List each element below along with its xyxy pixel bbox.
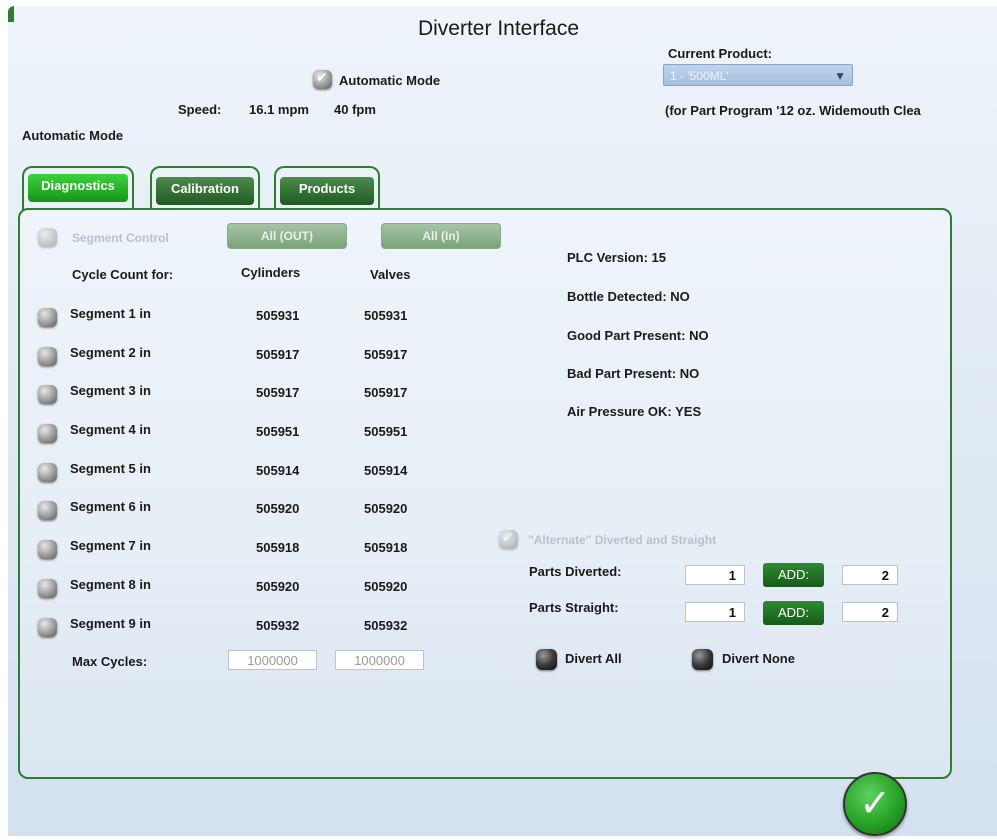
parts-straight-add-input[interactable]: 2 <box>842 602 898 622</box>
air-pressure-status: Air Pressure OK: YES <box>567 404 702 419</box>
alternate-label: "Alternate" Diverted and Straight <box>528 533 717 547</box>
segment-1-checkbox[interactable] <box>38 308 57 327</box>
mode-status: Automatic Mode <box>22 128 124 143</box>
current-product-label: Current Product: <box>668 46 772 61</box>
good-part-status: Good Part Present: NO <box>567 328 709 343</box>
segment-3-checkbox[interactable] <box>38 385 57 404</box>
current-product-select[interactable]: 1 - '500ML' ▼ <box>663 64 853 86</box>
segment-1-valves-count: 505931 <box>364 308 408 323</box>
divert-all-label: Divert All <box>565 651 622 666</box>
segment-8-valves-count: 505920 <box>364 579 408 594</box>
segment-6-cylinders-count: 505920 <box>256 501 300 516</box>
segment-8-label: Segment 8 in <box>70 577 151 592</box>
speed-fpm: 40 fpm <box>334 102 376 117</box>
segment-5-checkbox[interactable] <box>38 463 57 482</box>
segment-7-label: Segment 7 in <box>70 538 151 553</box>
window-title: Diverter Interface <box>417 17 580 40</box>
divert-all-checkbox[interactable] <box>536 649 557 670</box>
max-cycles-label: Max Cycles: <box>72 654 148 669</box>
parts-diverted-label: Parts Diverted: <box>529 564 622 579</box>
segment-5-label: Segment 5 in <box>70 461 151 476</box>
parts-straight-input[interactable]: 1 <box>685 602 745 622</box>
plc-version: PLC Version: 15 <box>567 250 666 265</box>
segment-2-cylinders-count: 505917 <box>256 347 300 362</box>
chevron-down-icon: ▼ <box>834 69 846 83</box>
segment-3-label: Segment 3 in <box>70 383 151 398</box>
segment-5-valves-count: 505914 <box>364 463 408 478</box>
segment-9-valves-count: 505932 <box>364 618 408 633</box>
segment-7-cylinders-count: 505918 <box>256 540 300 555</box>
segment-4-checkbox[interactable] <box>38 424 57 443</box>
bottle-detected-status: Bottle Detected: NO <box>567 289 690 304</box>
segment-8-checkbox[interactable] <box>38 579 57 598</box>
tab-calibration-label: Calibration <box>156 177 254 205</box>
divert-none-label: Divert None <box>722 651 795 666</box>
cycle-count-header: Cycle Count for: <box>72 267 174 282</box>
segment-6-valves-count: 505920 <box>364 501 408 516</box>
segment-9-label: Segment 9 in <box>70 616 151 631</box>
segment-7-valves-count: 505918 <box>364 540 408 555</box>
segment-6-label: Segment 6 in <box>70 499 151 514</box>
segment-3-cylinders-count: 505917 <box>256 385 300 400</box>
segment-9-checkbox[interactable] <box>38 618 57 637</box>
automatic-mode-checkbox[interactable] <box>313 70 332 89</box>
valves-header: Valves <box>370 267 411 282</box>
parts-straight-add-button[interactable]: ADD: <box>763 601 824 625</box>
segment-4-valves-count: 505951 <box>364 424 408 439</box>
parts-straight-label: Parts Straight: <box>529 600 619 615</box>
segment-control-checkbox[interactable] <box>38 228 57 247</box>
segment-6-checkbox[interactable] <box>38 501 57 520</box>
part-program-note: (for Part Program '12 oz. Widemouth Clea <box>665 103 921 118</box>
parts-diverted-input[interactable]: 1 <box>685 565 745 585</box>
tab-calibration[interactable]: Calibration <box>150 166 260 210</box>
segment-7-checkbox[interactable] <box>38 540 57 559</box>
tab-products-label: Products <box>280 177 374 205</box>
max-cycles-cylinders-input[interactable]: 1000000 <box>228 650 317 670</box>
segment-9-cylinders-count: 505932 <box>256 618 300 633</box>
parts-diverted-add-input[interactable]: 2 <box>842 565 898 585</box>
tab-products[interactable]: Products <box>274 166 380 210</box>
confirm-checkmark-button[interactable]: ✓ <box>843 772 907 836</box>
tab-diagnostics[interactable]: Diagnostics <box>22 166 134 210</box>
segment-2-valves-count: 505917 <box>364 347 408 362</box>
automatic-mode-checkbox-label: Automatic Mode <box>339 73 441 88</box>
max-cycles-valves-input[interactable]: 1000000 <box>335 650 424 670</box>
current-product-value: 1 - '500ML' <box>670 69 729 83</box>
cylinders-header: Cylinders <box>241 265 301 280</box>
segment-1-label: Segment 1 in <box>70 306 151 321</box>
parts-diverted-add-button[interactable]: ADD: <box>763 563 824 587</box>
alternate-checkbox[interactable] <box>499 530 518 549</box>
segment-control-label: Segment Control <box>72 231 169 245</box>
segment-3-valves-count: 505917 <box>364 385 408 400</box>
all-out-button[interactable]: All (OUT) <box>227 223 347 249</box>
segment-5-cylinders-count: 505914 <box>256 463 300 478</box>
diagnostics-panel <box>18 208 952 779</box>
speed-mpm: 16.1 mpm <box>249 102 309 117</box>
bad-part-status: Bad Part Present: NO <box>567 366 700 381</box>
tab-diagnostics-label: Diagnostics <box>28 174 128 202</box>
speed-label: Speed: <box>178 102 222 117</box>
segment-4-label: Segment 4 in <box>70 422 151 437</box>
segment-8-cylinders-count: 505920 <box>256 579 300 594</box>
segment-4-cylinders-count: 505951 <box>256 424 300 439</box>
segment-1-cylinders-count: 505931 <box>256 308 300 323</box>
segment-2-checkbox[interactable] <box>38 347 57 366</box>
segment-2-label: Segment 2 in <box>70 345 151 360</box>
all-in-button[interactable]: All (In) <box>381 223 501 249</box>
divert-none-checkbox[interactable] <box>692 649 713 670</box>
